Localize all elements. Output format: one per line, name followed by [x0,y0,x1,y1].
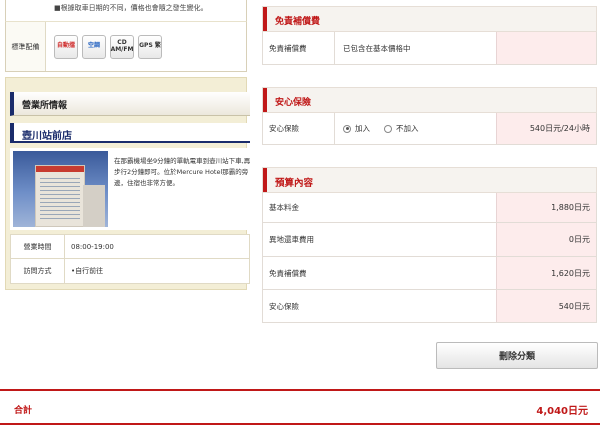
estimate-label: 安心保險 [263,290,496,322]
store-photo [13,151,108,227]
store-header: 壺川站前店 [10,123,250,143]
option-label: 不加入 [396,124,419,133]
total-label: 合計 [14,406,33,416]
estimate-value: 0日元 [496,223,596,256]
estimate-label: 異地還車費用 [263,223,496,256]
total-value: 4,040日元 [536,406,588,417]
estimate-row: 基本料金 1,880日元 [262,193,597,223]
office-info-header: 營業所情報 [10,92,250,116]
insurance-header: 安心保險 [262,87,597,113]
cdw-header: 免責補償費 [262,6,597,32]
info-row-access: 訪問方式 •自行前往 [11,259,249,283]
estimate-label: 免責補償費 [263,257,496,289]
price-notice-box: ■根據取車日期的不同，價格也會隨之發生變化。 [5,0,247,21]
aircon-icon: 空調 [82,34,106,59]
insurance-option-join[interactable]: 加入 [343,123,370,134]
radio-unselected-icon[interactable] [384,124,392,133]
total-bar: 合計 4,040日元 [0,389,600,425]
insurance-row: 安心保險 加入 不加入 540日元/24小時 [262,113,597,145]
info-key: 營業時間 [11,235,65,258]
estimate-section: 預算內容 基本料金 1,880日元 異地還車費用 0日元 免責補償費 1,620… [262,167,597,323]
info-value: 08:00-19:00 [71,242,114,251]
equipment-row: 標準配備 自動擋 空調 CD AM/FM GPS 繁 [5,21,247,72]
hotel-building [35,165,85,227]
cdw-label: 免責補償費 [263,32,335,64]
office-panel: 營業所情報 壺川站前店 在那霸機場坐9分鐘的單軌電車到壺川站下車,再步行2分鐘即… [5,77,250,290]
store-description: 在那霸機場坐9分鐘的單軌電車到壺川站下車,再步行2分鐘即可。位於Mercure … [114,157,251,187]
insurance-section: 安心保險 安心保險 加入 不加入 540日元/24小時 [262,87,597,145]
remove-category-button[interactable]: 刪除分類 [436,342,598,369]
estimate-value: 1,880日元 [496,193,596,222]
office-info-title: 營業所情報 [22,101,68,111]
insurance-label: 安心保險 [263,113,335,144]
option-label: 加入 [355,124,370,133]
insurance-value: 540日元/24小時 [496,113,596,144]
cdw-section: 免責補償費 免責補償費 已包含在基本價格中 [262,6,597,65]
info-row-hours: 營業時間 08:00-19:00 [11,235,249,259]
radio-selected-icon[interactable] [343,124,351,133]
cd-radio-icon: CD AM/FM [110,34,134,59]
equipment-label: 標準配備 [6,22,46,71]
gps-icon: GPS 繁 [138,34,162,59]
estimate-value: 540日元 [496,290,596,322]
insurance-options: 加入 不加入 [335,113,496,144]
cdw-value [496,32,596,64]
price-notice: ■根據取車日期的不同，價格也會隨之發生變化。 [54,4,208,12]
estimate-header: 預算內容 [262,167,597,193]
info-value: •自行前往 [71,267,104,275]
store-body: 在那霸機場坐9分鐘的單軌電車到壺川站下車,再步行2分鐘即可。位於Mercure … [10,148,250,230]
store-name: 壺川站前店 [22,131,72,142]
info-key: 訪問方式 [11,259,65,283]
cdw-row: 免責補償費 已包含在基本價格中 [262,32,597,65]
estimate-row: 異地還車費用 0日元 [262,223,597,257]
estimate-label: 基本料金 [263,193,496,222]
estimate-row: 免責補償費 1,620日元 [262,257,597,290]
estimate-title: 預算內容 [275,178,314,189]
equipment-icons: 自動擋 空調 CD AM/FM GPS 繁 [46,22,162,71]
cdw-note: 已包含在基本價格中 [335,32,496,64]
automatic-icon: 自動擋 [54,34,78,59]
side-building [83,185,105,227]
insurance-title: 安心保險 [275,98,312,108]
estimate-row: 安心保險 540日元 [262,290,597,323]
insurance-option-decline[interactable]: 不加入 [384,123,419,134]
estimate-value: 1,620日元 [496,257,596,289]
left-column: ■根據取車日期的不同，價格也會隨之發生變化。 標準配備 自動擋 空調 CD AM… [5,0,250,290]
cdw-title: 免責補償費 [275,17,321,27]
store-info-table: 營業時間 08:00-19:00 訪問方式 •自行前往 [10,234,250,284]
